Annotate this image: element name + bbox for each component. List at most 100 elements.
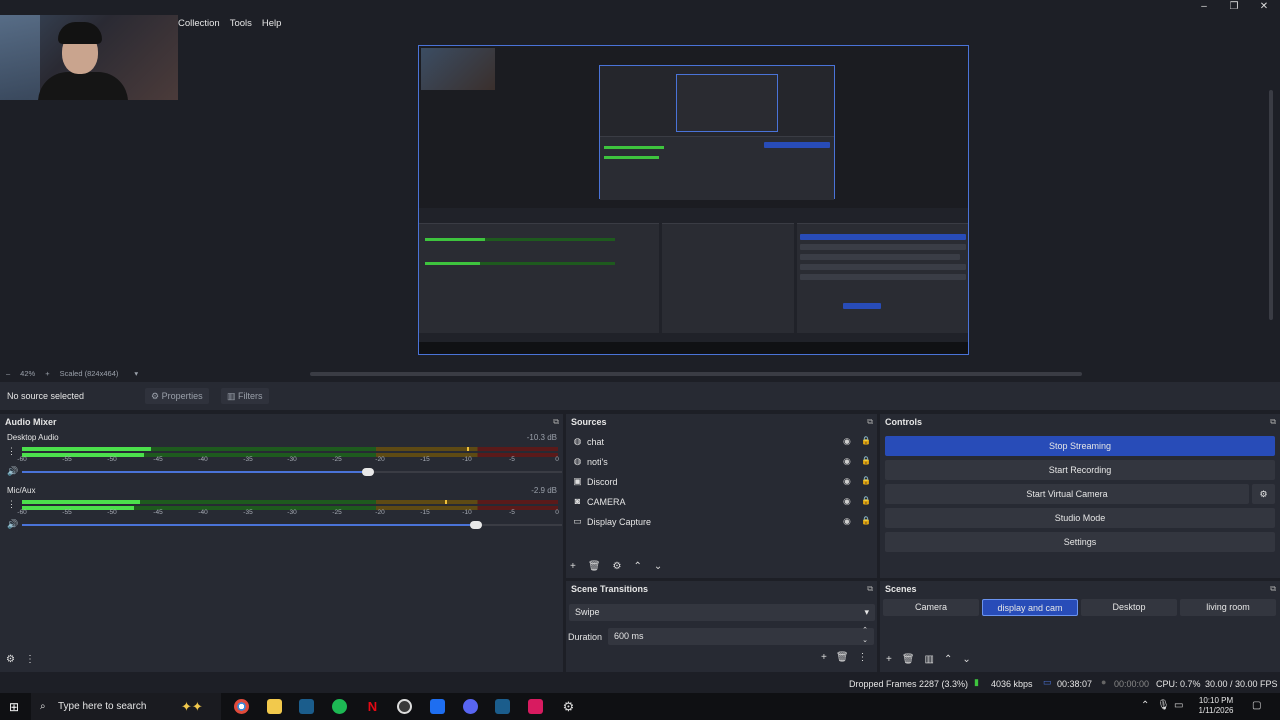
zoom-bar: – 42% + Scaled (824x464) ▾ [6,369,138,378]
sparkle-icon[interactable]: ✦✦ [181,693,203,720]
volume-slider[interactable] [22,468,562,476]
studio-mode-button[interactable]: Studio Mode [885,508,1275,528]
app-icon[interactable] [430,699,445,714]
zoom-out-button[interactable]: – [6,369,10,378]
microphone-icon[interactable]: 🎙 [1157,700,1170,711]
zoom-in-button[interactable]: + [45,369,49,378]
scene-item[interactable]: living room [1180,599,1276,616]
stop-streaming-button[interactable]: Stop Streaming [885,436,1275,456]
menu-help[interactable]: Help [262,16,282,32]
menu-collection[interactable]: Collection [178,16,220,32]
lock-icon[interactable]: 🔒 [861,516,871,525]
visibility-eye-icon[interactable]: ◉ [843,516,851,527]
properties-button[interactable]: ⚙ Properties [145,388,209,404]
preview-scene-btn [843,303,881,309]
move-down-icon[interactable]: ⌄ [962,654,970,665]
source-item[interactable]: ◍ chat ◉ 🔒 [568,432,874,452]
add-scene-icon[interactable]: + [886,654,892,665]
windows-start-icon[interactable]: ⊞ [9,700,19,714]
start-virtual-camera-button[interactable]: Start Virtual Camera [885,484,1249,504]
transition-select[interactable]: Swipe ▾ [569,604,875,621]
zoom-level[interactable]: 42% [20,369,35,378]
horizontal-scrollbar[interactable] [310,372,1082,376]
app-icon-2[interactable] [528,699,543,714]
settings-button[interactable]: Settings [885,532,1275,552]
start-recording-button[interactable]: Start Recording [885,460,1275,480]
duration-input[interactable]: 600 ms ⌃ ⌄ [608,626,874,646]
notification-icon[interactable]: ▢ [1252,700,1261,711]
maximize-button[interactable]: ❐ [1219,0,1249,15]
kebab-menu-icon[interactable]: ⋮ [7,499,16,510]
preview-nested-meter [604,156,659,159]
meter-tick-label: 0 [555,456,559,463]
more-menu-icon[interactable]: ⋮ [858,652,868,663]
slider-knob[interactable] [361,468,374,476]
settings-gear-icon[interactable]: ⚙ [561,699,576,714]
scene-item[interactable]: display and cam [982,599,1078,616]
lock-icon[interactable]: 🔒 [861,476,871,485]
meter-ticks: -60 -55 -50 -45 -40 -35 -30 -25 -20 -15 -10 -5 0 [17,509,559,519]
visibility-eye-icon[interactable]: ◉ [843,436,851,447]
source-item[interactable]: ◙ CAMERA ◉ 🔒 [568,492,874,512]
chrome-icon[interactable] [234,699,249,714]
move-up-icon[interactable]: ⌃ [634,561,642,572]
undock-icon[interactable]: ⧉ [1270,414,1276,430]
menu-tools[interactable]: Tools [230,16,252,32]
source-item[interactable]: ▣ Discord ◉ 🔒 [568,472,874,492]
move-down-icon[interactable]: ⌄ [654,561,662,572]
lock-icon[interactable]: 🔒 [861,436,871,445]
preview-taskbar [419,342,968,354]
source-item[interactable]: ◍ noti's ◉ 🔒 [568,452,874,472]
volume-slider[interactable] [22,521,562,529]
lock-icon[interactable]: 🔒 [861,496,871,505]
tray-chevron-icon[interactable]: ⌃ [1141,700,1149,711]
slider-knob[interactable] [469,521,482,529]
close-button[interactable]: ✕ [1249,0,1279,15]
minimize-button[interactable]: – [1189,0,1219,15]
undock-icon[interactable]: ⧉ [553,414,559,430]
filters-label: Filters [238,391,263,401]
undock-icon[interactable]: ⧉ [867,414,873,430]
speaker-icon[interactable]: 🔊 [7,519,18,530]
steam-icon[interactable] [299,699,314,714]
more-menu-icon[interactable]: ⋮ [25,654,35,665]
scene-item[interactable]: Camera [883,599,979,616]
steam-icon-2[interactable] [495,699,510,714]
remove-transition-icon[interactable]: 🗑 [836,652,849,663]
visibility-eye-icon[interactable]: ◉ [843,476,851,487]
kebab-menu-icon[interactable]: ⋮ [7,446,16,457]
remove-source-icon[interactable]: 🗑 [588,561,601,572]
discord-icon[interactable] [463,699,478,714]
taskbar-search[interactable]: ⌕ Type here to search ✦✦ [31,693,221,720]
selection-label: No source selected [7,391,85,401]
chevron-down-icon[interactable]: ▾ [134,369,138,378]
meter-tick-label: -60 [17,456,27,463]
virtual-camera-settings-icon[interactable]: ⚙ [1252,484,1275,504]
obs-icon[interactable] [397,699,412,714]
lock-icon[interactable]: 🔒 [861,456,871,465]
netflix-icon[interactable]: N [365,699,380,714]
signal-icon: ▮ [974,677,979,687]
spotify-icon[interactable] [332,699,347,714]
network-icon[interactable]: ▭ [1174,700,1183,711]
visibility-eye-icon[interactable]: ◉ [843,456,851,467]
speaker-icon[interactable]: 🔊 [7,466,18,477]
advanced-audio-icon[interactable]: ⚙ [6,654,15,665]
taskbar-clock[interactable]: 10:10 PM 1/11/2026 [1196,696,1236,716]
remove-scene-icon[interactable]: 🗑 [902,654,915,665]
add-transition-icon[interactable]: + [821,652,827,663]
vertical-scrollbar[interactable] [1269,90,1273,320]
filters-button[interactable]: ▥ Filters [221,388,269,404]
scene-item[interactable]: Desktop [1081,599,1177,616]
file-explorer-icon[interactable] [267,699,282,714]
undock-icon[interactable]: ⧉ [867,581,873,597]
add-source-icon[interactable]: + [570,561,576,572]
preview-canvas[interactable] [418,45,969,355]
visibility-eye-icon[interactable]: ◉ [843,496,851,507]
scene-filters-icon[interactable]: ▥ [925,654,934,665]
undock-icon[interactable]: ⧉ [1270,581,1276,597]
move-up-icon[interactable]: ⌃ [944,654,952,665]
source-item[interactable]: ▭ Display Capture ◉ 🔒 [568,512,874,532]
source-properties-icon[interactable]: ⚙ [613,561,622,572]
spin-icon[interactable]: ⌃ ⌄ [862,626,868,646]
